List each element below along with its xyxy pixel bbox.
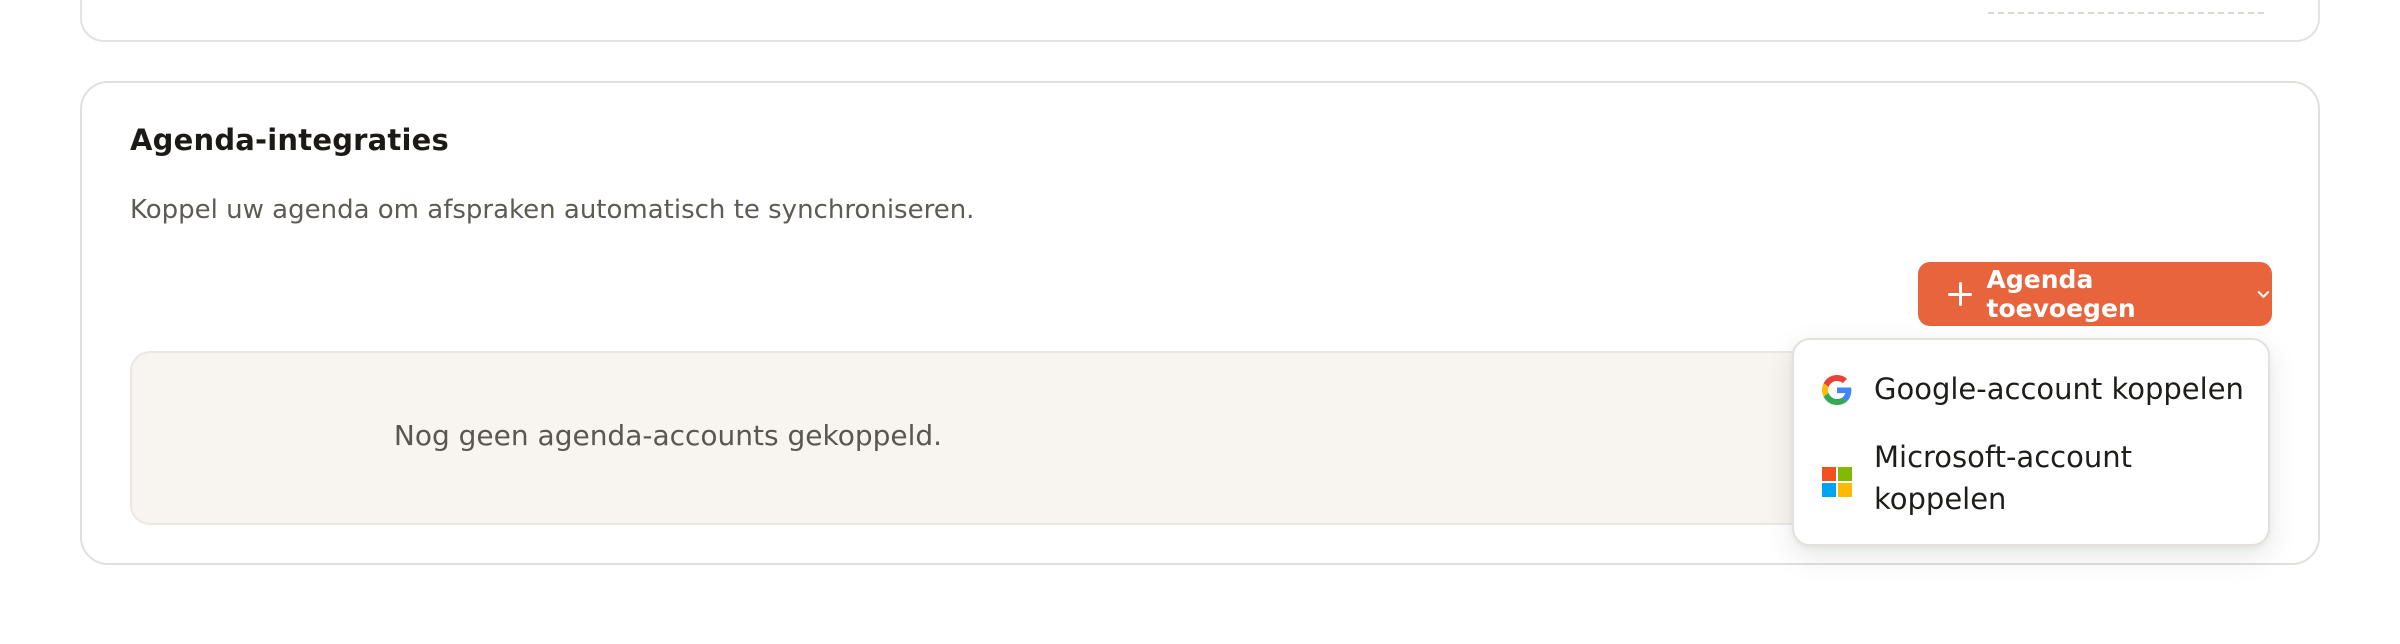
menu-item-label: Microsoft-account koppelen [1874,440,2132,516]
add-calendar-button[interactable]: Agenda toevoegen [1918,262,2272,326]
empty-state-text: Nog geen agenda-accounts gekoppeld. [393,419,943,452]
add-calendar-dropdown-menu: Google-account koppelen Microsoft-accoun… [1792,338,2270,546]
add-calendar-label: Agenda toevoegen [1986,265,2136,323]
microsoft-icon [1822,467,1852,497]
menu-item-connect-google[interactable]: Google-account koppelen [1794,360,2268,422]
menu-item-connect-microsoft[interactable]: Microsoft-account koppelen [1794,436,2268,536]
divider [1988,12,2264,14]
menu-item-label: Google-account koppelen [1874,372,2244,406]
plus-icon [1948,282,1972,306]
section-description: Koppel uw agenda om afspraken automatisc… [130,195,975,225]
google-icon [1822,375,1852,405]
section-title: Agenda-integraties [130,123,449,157]
previous-settings-card [80,0,2320,42]
chevron-down-icon [2257,291,2270,298]
